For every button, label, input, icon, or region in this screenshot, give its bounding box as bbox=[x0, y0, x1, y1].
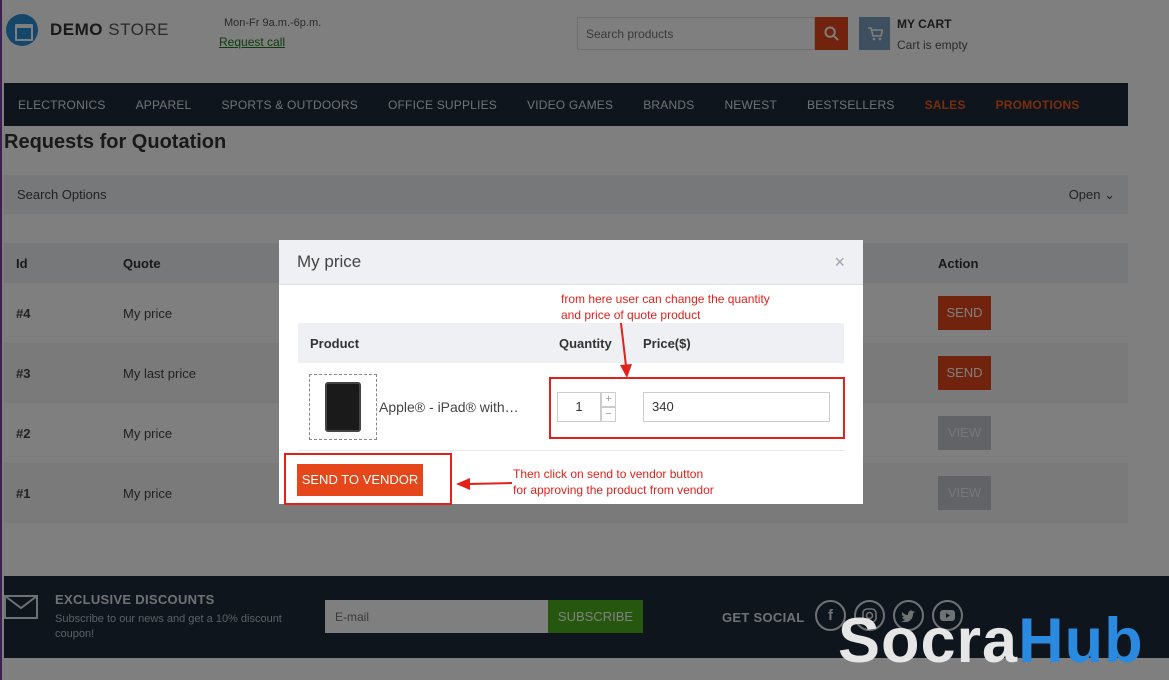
product-name[interactable]: Apple® - iPad® with… bbox=[379, 399, 519, 415]
annotation-highlight-send-button bbox=[284, 453, 452, 505]
product-thumbnail bbox=[309, 373, 377, 440]
annotation-text-bottom: Then click on send to vendor button for … bbox=[513, 467, 714, 497]
dialog-title: My price bbox=[297, 252, 362, 271]
column-header-price: Price($) bbox=[643, 335, 691, 351]
column-header-quantity: Quantity bbox=[559, 335, 612, 351]
close-icon[interactable]: × bbox=[834, 252, 845, 273]
column-header-product: Product bbox=[310, 335, 360, 351]
annotation-text-top: from here user can change the quantity a… bbox=[561, 292, 770, 322]
annotation-highlight-qty-price bbox=[549, 377, 845, 439]
product-table-header: Product Quantity Price($) bbox=[298, 323, 844, 363]
product-cell: Apple® - iPad® with… bbox=[298, 373, 547, 440]
ipad-image bbox=[325, 381, 361, 432]
dialog-header: My price × bbox=[279, 240, 863, 285]
socrahub-watermark: SocraHub bbox=[838, 606, 1144, 676]
